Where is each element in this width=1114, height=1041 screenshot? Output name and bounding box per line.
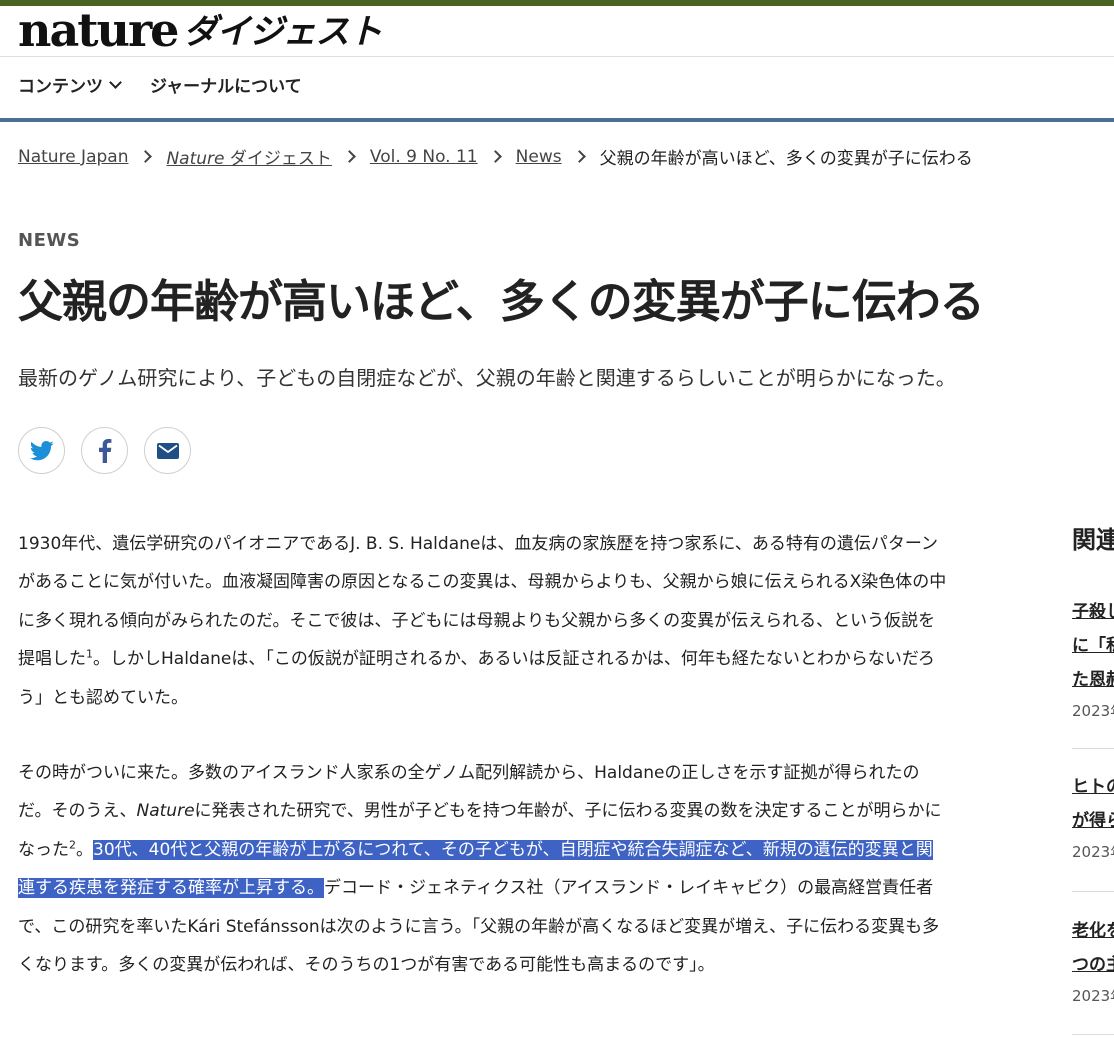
main-nav: コンテンツ ジャーナルについて bbox=[18, 72, 302, 97]
share-facebook-button[interactable] bbox=[81, 427, 128, 474]
p1-text-b: 。しかしHaldaneは、「この仮説が証明されるか、あるいは反証されるかは、何年… bbox=[18, 649, 935, 708]
facebook-icon bbox=[98, 438, 111, 463]
twitter-icon bbox=[29, 440, 54, 460]
chevron-right-icon bbox=[572, 150, 586, 163]
site-logo[interactable]: nature ダイジェスト bbox=[18, 2, 382, 57]
related-item-2[interactable]: ヒトの が得ら 2023年 bbox=[1072, 770, 1114, 864]
article-body: 1930年代、遺伝学研究のパイオニアであるJ. B. S. Haldaneは、血… bbox=[18, 525, 948, 1021]
reference-1[interactable]: 1 bbox=[86, 648, 93, 661]
nav-about-label: ジャーナルについて bbox=[150, 77, 302, 97]
nav-contents-label: コンテンツ bbox=[18, 77, 103, 97]
breadcrumb-digest-text: ダイジェスト bbox=[229, 149, 332, 169]
related-item-1-line-2: に「私 bbox=[1072, 636, 1114, 656]
breadcrumb: Nature Japan Nature ダイジェスト Vol. 9 No. 11… bbox=[18, 144, 973, 170]
related-item-2-line-2: が得ら bbox=[1072, 811, 1114, 831]
reference-2[interactable]: 2 bbox=[69, 838, 76, 851]
chevron-right-icon bbox=[343, 150, 356, 163]
related-divider bbox=[1072, 891, 1114, 892]
article-title: 父親の年齢が高いほど、多くの変異が子に伝わる bbox=[18, 275, 985, 328]
related-divider bbox=[1072, 748, 1114, 749]
share-buttons bbox=[18, 427, 191, 474]
breadcrumb-nature-digest[interactable]: Nature ダイジェスト bbox=[166, 144, 331, 169]
email-icon bbox=[156, 442, 179, 459]
related-item-3-line-1: 老化を bbox=[1072, 921, 1114, 941]
p2-italic-nature: Nature bbox=[136, 801, 195, 822]
related-item-3-line-2: つの主 bbox=[1072, 955, 1114, 975]
share-twitter-button[interactable] bbox=[18, 427, 65, 474]
nav-about-journal[interactable]: ジャーナルについて bbox=[150, 72, 302, 97]
related-heading: 関連 bbox=[1072, 526, 1114, 554]
related-item-3-date: 2023年 bbox=[1072, 987, 1114, 1005]
article-standfirst: 最新のゲノム研究により、子どもの自閉症などが、父親の年齢と関連するらしいことが明… bbox=[18, 366, 956, 390]
breadcrumb-nature-japan[interactable]: Nature Japan bbox=[18, 147, 128, 167]
nav-rule bbox=[0, 118, 1114, 122]
paragraph-2: その時がついに来た。多数のアイスランド人家系の全ゲノム配列解読から、Haldan… bbox=[18, 754, 948, 984]
share-email-button[interactable] bbox=[144, 427, 191, 474]
related-divider bbox=[1072, 1034, 1114, 1035]
chevron-right-icon bbox=[488, 150, 502, 163]
related-sidebar: 関連 子殺し に「私 た恩赦 2023年 ヒトの が得ら 2023年 老化を つ… bbox=[1072, 0, 1114, 1041]
chevron-down-icon bbox=[109, 75, 122, 89]
p2-text-c: 。 bbox=[76, 839, 93, 860]
related-item-2-date: 2023年 bbox=[1072, 843, 1114, 861]
breadcrumb-news[interactable]: News bbox=[516, 147, 562, 167]
breadcrumb-volume[interactable]: Vol. 9 No. 11 bbox=[370, 147, 478, 167]
related-item-1-date: 2023年 bbox=[1072, 702, 1114, 720]
related-item-1[interactable]: 子殺し に「私 た恩赦 2023年 bbox=[1072, 595, 1114, 723]
logo-digest-text: ダイジェスト bbox=[183, 12, 382, 52]
breadcrumb-nature-italic: Nature bbox=[166, 149, 225, 169]
related-item-1-line-1: 子殺し bbox=[1072, 602, 1114, 622]
paragraph-1: 1930年代、遺伝学研究のパイオニアであるJ. B. S. Haldaneは、血… bbox=[18, 525, 948, 717]
related-item-1-line-3: た恩赦 bbox=[1072, 670, 1114, 690]
related-item-3[interactable]: 老化を つの主 2023年 bbox=[1072, 914, 1114, 1008]
related-item-2-line-1: ヒトの bbox=[1072, 777, 1114, 797]
chevron-right-icon bbox=[139, 150, 153, 163]
nav-contents-menu[interactable]: コンテンツ bbox=[18, 72, 122, 97]
article-type-label: NEWS bbox=[18, 230, 81, 251]
logo-nature-text: nature bbox=[18, 3, 179, 57]
header-divider bbox=[0, 56, 1114, 57]
breadcrumb-current: 父親の年齢が高いほど、多くの変異が子に伝わる bbox=[599, 149, 973, 169]
